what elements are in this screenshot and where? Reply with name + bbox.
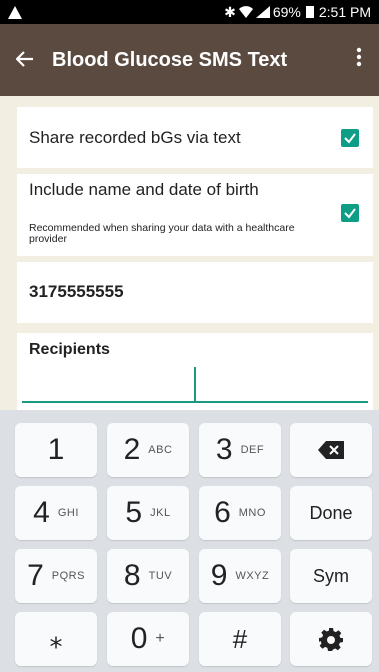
include-name-dob-row[interactable]: Include name and date of birth Recommend… (17, 174, 373, 256)
gear-icon (319, 628, 343, 651)
status-time: 2:51 PM (318, 4, 371, 20)
backspace-icon (318, 441, 344, 459)
key-0[interactable]: 0 + (107, 612, 189, 666)
sym-key-label: Sym (313, 565, 349, 586)
text-cursor (194, 367, 196, 401)
phone-number-row[interactable]: 3175555555 (17, 262, 373, 323)
key-9[interactable]: 9 WXYZ (199, 549, 281, 603)
status-right: ✱ 69% 2:51 PM (224, 4, 371, 21)
key-5[interactable]: 5 JKL (107, 486, 189, 540)
include-name-dob-label: Include name and date of birth (29, 180, 259, 199)
check-icon (344, 133, 356, 144)
wifi-icon (238, 6, 253, 18)
page-title: Blood Glucose SMS Text (52, 48, 288, 71)
recipients-label: Recipients (29, 341, 110, 358)
key-8-sub: TUV (148, 570, 173, 582)
battery-icon (305, 6, 314, 18)
key-8[interactable]: 8 TUV (107, 549, 189, 603)
key-hash[interactable]: # (199, 612, 281, 666)
key-4[interactable]: 4 GHI (15, 486, 97, 540)
key-0-main: 0 (130, 622, 148, 655)
key-3-sub: DEF (240, 444, 265, 456)
share-bgs-row[interactable]: Share recorded bGs via text (17, 107, 373, 168)
key-6-main: 6 (214, 496, 231, 529)
key-2-main: 2 (123, 433, 141, 466)
sym-key[interactable]: Sym (290, 549, 372, 603)
numeric-keyboard: 1 2 ABC 3 DEF 4 GHI 5 JKL 6 MNO Done 7 P… (0, 410, 379, 672)
key-4-main: 4 (33, 496, 50, 529)
done-key-label: Done (309, 502, 353, 523)
key-2[interactable]: 2 ABC (107, 423, 189, 477)
phone-number-value: 3175555555 (29, 282, 124, 301)
key-asterisk[interactable]: ⁎ (15, 612, 97, 666)
done-key[interactable]: Done (290, 486, 372, 540)
key-8-main: 8 (123, 559, 141, 592)
key-7[interactable]: 7 PQRS (15, 549, 97, 603)
share-bgs-checkbox[interactable] (341, 129, 359, 147)
overflow-menu-button[interactable] (349, 47, 369, 73)
key-0-sub: + (155, 630, 166, 647)
key-asterisk-main: ⁎ (49, 623, 63, 654)
key-3[interactable]: 3 DEF (199, 423, 281, 477)
back-arrow-icon (15, 51, 33, 67)
key-hash-main: # (232, 623, 248, 654)
battery-percent: 69% (272, 4, 301, 20)
settings-content: Share recorded bGs via text Include name… (0, 96, 379, 410)
include-name-dob-checkbox[interactable] (341, 204, 359, 222)
status-bar: ✱ 69% 2:51 PM (0, 0, 379, 24)
recipients-input[interactable] (22, 367, 368, 403)
key-3-main: 3 (215, 433, 233, 466)
recipients-card: Recipients (17, 333, 373, 410)
backspace-key[interactable] (290, 423, 372, 477)
key-1[interactable]: 1 (15, 423, 97, 477)
bluetooth-icon: ✱ (224, 3, 236, 20)
more-vert-icon (356, 47, 362, 67)
key-5-main: 5 (125, 496, 143, 529)
key-6-sub: MNO (238, 507, 266, 519)
settings-key[interactable] (290, 612, 372, 666)
app-bar: Blood Glucose SMS Text (0, 24, 379, 96)
share-bgs-label: Share recorded bGs via text (29, 128, 241, 147)
status-left (8, 5, 22, 19)
include-name-dob-sublabel: Recommended when sharing your data with … (29, 222, 295, 245)
key-1-main: 1 (47, 433, 65, 466)
key-5-sub: JKL (150, 507, 171, 519)
key-7-sub: PQRS (51, 570, 85, 582)
key-7-main: 7 (27, 559, 44, 592)
signal-icon (255, 6, 270, 18)
back-button[interactable] (15, 47, 44, 73)
key-9-main: 9 (210, 559, 228, 592)
key-4-sub: GHI (57, 507, 79, 519)
key-2-sub: ABC (148, 444, 173, 456)
check-icon (344, 208, 356, 219)
warning-icon (8, 5, 22, 19)
key-9-sub: WXYZ (235, 570, 270, 582)
key-6[interactable]: 6 MNO (199, 486, 281, 540)
